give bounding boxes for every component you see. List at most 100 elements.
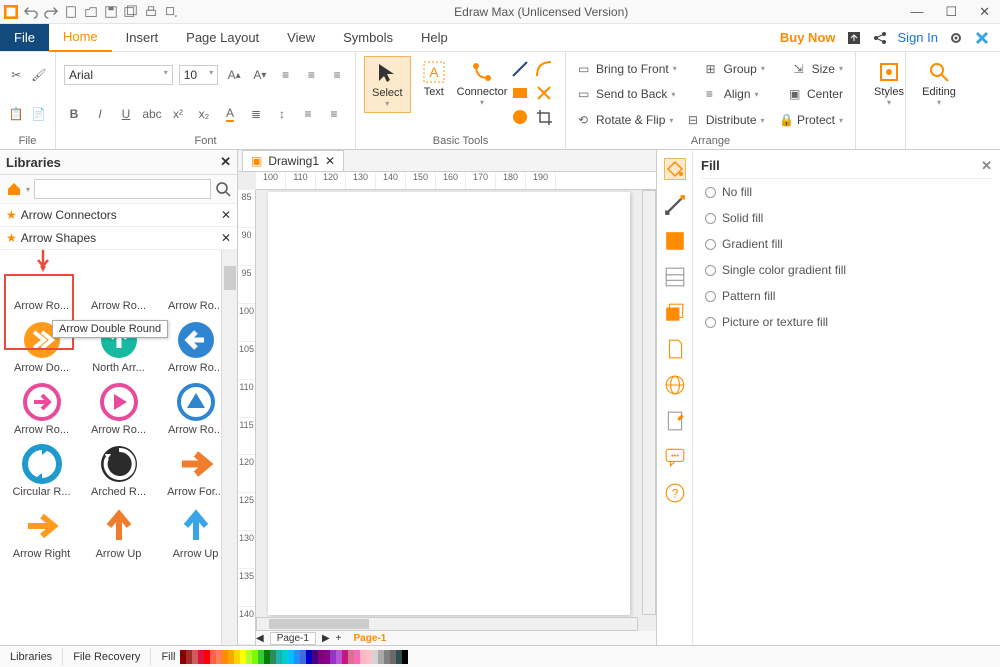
align-center-icon[interactable]: ≡ <box>302 65 322 85</box>
format-painter-icon[interactable]: ✂ <box>8 65 25 85</box>
italic-icon[interactable]: I <box>90 104 110 124</box>
erase-shape-icon[interactable] <box>535 84 553 102</box>
subscript-icon[interactable]: x₂ <box>194 104 214 124</box>
rotate-flip-button[interactable]: ⟲Rotate & Flip▾ <box>574 111 677 129</box>
tab-help[interactable]: Help <box>407 24 462 51</box>
center-button[interactable]: ▣Center <box>785 85 847 103</box>
font-family-select[interactable]: Arial▾ <box>64 65 173 85</box>
strike-icon[interactable]: abc <box>142 104 162 124</box>
shape-arrow-right[interactable]: Arrow Right <box>4 502 79 562</box>
canvas-h-scrollbar[interactable] <box>256 617 638 631</box>
copy-icon[interactable]: 📋 <box>8 104 25 124</box>
page-link-1[interactable]: Page-1 <box>348 633 393 644</box>
paste-icon[interactable]: 📄 <box>31 104 48 124</box>
tab-view[interactable]: View <box>273 24 329 51</box>
home-library-icon[interactable] <box>6 181 22 197</box>
canvas-v-scrollbar[interactable] <box>642 190 656 615</box>
fill-bucket-icon[interactable] <box>664 158 686 180</box>
shape-arrow-round-5[interactable]: Arrow Ro... <box>4 378 79 438</box>
grid-pattern-icon[interactable] <box>664 266 686 288</box>
line-shape-icon[interactable] <box>511 60 529 78</box>
shape-arched-r[interactable]: Arched R... <box>81 440 156 500</box>
close-icon[interactable]: ✕ <box>979 4 990 20</box>
document-icon[interactable] <box>664 338 686 360</box>
canvas-page[interactable] <box>268 192 630 615</box>
bold-icon[interactable]: B <box>64 104 84 124</box>
libraries-close-icon[interactable]: ✕ <box>220 154 231 170</box>
align-left-icon[interactable]: ≡ <box>276 65 296 85</box>
brush-icon[interactable]: 🖌 <box>31 65 48 85</box>
shape-circular-r[interactable]: Circular R... <box>4 440 79 500</box>
fill-option-single-color-gradient[interactable]: Single color gradient fill <box>701 257 992 283</box>
bullets-icon[interactable]: ≣ <box>246 104 266 124</box>
libraries-scrollbar[interactable] <box>221 250 237 645</box>
maximize-icon[interactable]: ☐ <box>945 4 957 20</box>
connector-tool[interactable]: Connector▾ <box>457 56 507 111</box>
category-arrow-connectors[interactable]: ★Arrow Connectors ✕ <box>0 204 237 227</box>
comment-icon[interactable]: ••• <box>664 446 686 468</box>
para-dist-icon[interactable]: ≡ <box>324 104 344 124</box>
tab-home[interactable]: Home <box>49 23 112 52</box>
file-menu-button[interactable]: File <box>0 24 49 51</box>
category-close-icon[interactable]: ✕ <box>221 208 231 222</box>
rect-shape-icon[interactable] <box>511 84 529 102</box>
select-tool[interactable]: Select▾ <box>364 56 411 113</box>
send-back-button[interactable]: ▭Send to Back▾ <box>574 85 679 103</box>
shape-arrow-up-1[interactable]: Arrow Up <box>81 502 156 562</box>
shape-arrow-round-2[interactable]: Arrow Ro... <box>81 254 156 314</box>
ellipse-shape-icon[interactable] <box>511 108 529 126</box>
increase-font-icon[interactable]: A▴ <box>224 65 244 85</box>
page-tab-1[interactable]: Page-1 <box>270 632 316 645</box>
share-icon[interactable] <box>872 30 888 46</box>
bring-front-button[interactable]: ▭Bring to Front▾ <box>574 60 681 78</box>
font-color-icon[interactable]: A <box>220 104 240 124</box>
fill-option-gradient[interactable]: Gradient fill <box>701 231 992 257</box>
fill-option-pattern[interactable]: Pattern fill <box>701 283 992 309</box>
shape-arrow-round-6[interactable]: Arrow Ro... <box>81 378 156 438</box>
align-menu-icon[interactable]: ≡ <box>327 65 347 85</box>
bottom-tab-libraries[interactable]: Libraries <box>0 648 63 666</box>
distribute-button[interactable]: ⊟Distribute▾ <box>684 111 769 129</box>
saveall-icon[interactable] <box>124 5 138 19</box>
sign-in-link[interactable]: Sign In <box>898 30 938 45</box>
new-icon[interactable] <box>64 5 78 19</box>
group-button[interactable]: ⊞Group▾ <box>701 60 768 78</box>
protect-button[interactable]: 🔒Protect▾ <box>775 111 847 129</box>
qat-dropdown-icon[interactable] <box>164 5 178 19</box>
tab-close-icon[interactable]: ✕ <box>325 154 335 168</box>
fill-option-no-fill[interactable]: No fill <box>701 179 992 205</box>
fill-option-solid[interactable]: Solid fill <box>701 205 992 231</box>
tab-symbols[interactable]: Symbols <box>329 24 407 51</box>
line-spacing-icon[interactable]: ↕ <box>272 104 292 124</box>
tab-page-layout[interactable]: Page Layout <box>172 24 273 51</box>
print-icon[interactable] <box>144 5 158 19</box>
globe-icon[interactable] <box>664 374 686 396</box>
library-search-input[interactable] <box>34 179 211 199</box>
document-tab-drawing1[interactable]: ▣ Drawing1 ✕ <box>242 150 344 171</box>
layers-icon[interactable] <box>664 302 686 324</box>
color-palette-strip[interactable] <box>180 650 408 664</box>
decrease-font-icon[interactable]: A▾ <box>250 65 270 85</box>
page-prev-icon[interactable]: ◀ <box>256 633 264 644</box>
undo-icon[interactable] <box>24 5 38 19</box>
bottom-tab-file-recovery[interactable]: File Recovery <box>63 648 151 666</box>
buy-now-link[interactable]: Buy Now <box>780 30 836 45</box>
para-align-icon[interactable]: ≡ <box>298 104 318 124</box>
app-icon[interactable] <box>974 30 990 46</box>
size-button[interactable]: ⇲Size▾ <box>790 60 847 78</box>
minimize-icon[interactable]: — <box>910 4 923 20</box>
crop-shape-icon[interactable] <box>535 108 553 126</box>
open-icon[interactable] <box>84 5 98 19</box>
font-size-select[interactable]: 10▾ <box>179 65 219 85</box>
page-add-icon[interactable]: + <box>336 633 342 644</box>
export-icon[interactable] <box>846 30 862 46</box>
pen-anchor-icon[interactable] <box>664 194 686 216</box>
page-next-icon[interactable]: ▶ <box>322 633 330 644</box>
arc-shape-icon[interactable] <box>535 60 553 78</box>
fill-close-icon[interactable]: ✕ <box>981 158 992 174</box>
redo-icon[interactable] <box>44 5 58 19</box>
gear-icon[interactable] <box>948 30 964 46</box>
save-icon[interactable] <box>104 5 118 19</box>
text-tool[interactable]: A Text <box>411 56 457 102</box>
help-icon[interactable]: ? <box>664 482 686 504</box>
